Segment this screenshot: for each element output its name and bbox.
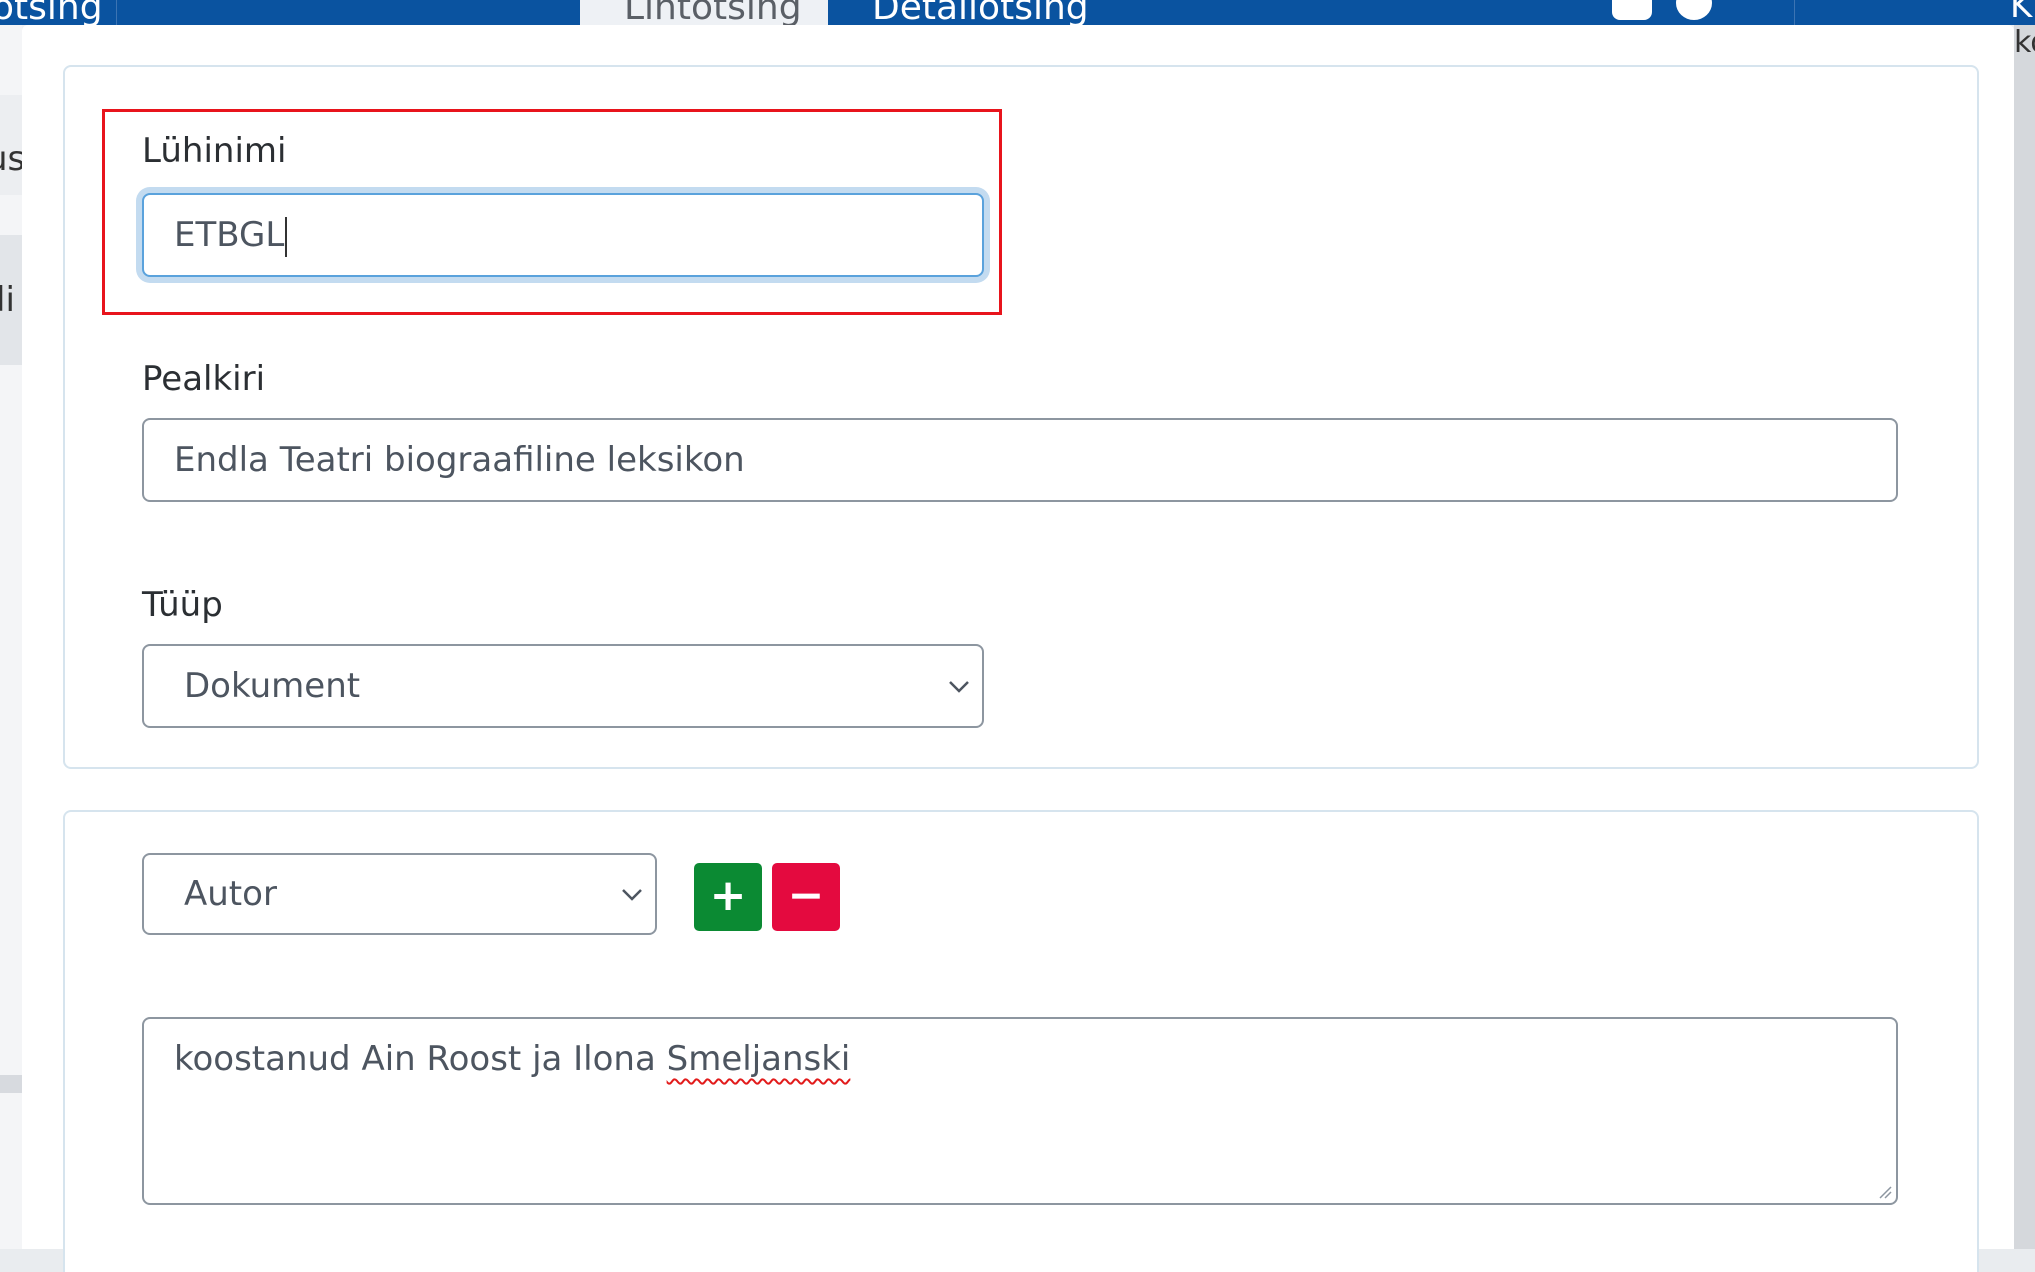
contributor-role-select[interactable]: Autor: [142, 853, 657, 935]
type-select[interactable]: Dokument: [142, 644, 984, 728]
user-name-fragment: K: [2010, 0, 2032, 25]
top-navbar: otsing Lihtotsing Detailotsing K: [0, 0, 2035, 25]
nav-divider: [116, 0, 117, 25]
background-text-fragment: li: [0, 280, 15, 320]
add-contributor-button[interactable]: +: [694, 863, 762, 931]
nav-link-search[interactable]: otsing: [0, 0, 103, 25]
title-label: Pealkiri: [142, 357, 265, 401]
shield-icon[interactable]: [1612, 0, 1652, 20]
title-input[interactable]: Endla Teatri biograafiline leksikon: [142, 418, 1898, 502]
edit-source-dialog: Lühinimi ETBGL Pealkiri Endla Teatri bio…: [22, 25, 2014, 1249]
info-icon[interactable]: [1676, 0, 1712, 20]
chevron-down-icon: [621, 888, 643, 902]
chevron-down-icon: [948, 680, 970, 694]
short-name-value: ETBGL: [174, 215, 284, 255]
contributor-text: koostanud Ain Roost ja Ilona: [174, 1039, 667, 1079]
background-text-fragment: ko: [2014, 25, 2035, 63]
type-label: Tüüp: [142, 583, 223, 627]
resize-handle-icon[interactable]: [1878, 1185, 1892, 1199]
contributor-role-value: Autor: [184, 874, 277, 914]
remove-contributor-button[interactable]: −: [772, 863, 840, 931]
misspelled-word: Smeljanski: [667, 1039, 851, 1079]
tab-simple-search[interactable]: Lihtotsing: [580, 0, 828, 25]
short-name-input[interactable]: ETBGL: [142, 193, 984, 277]
contributor-text-area[interactable]: koostanud Ain Roost ja Ilona Smeljanski: [142, 1017, 1898, 1205]
type-select-value: Dokument: [184, 666, 360, 706]
background-divider: [0, 1075, 22, 1093]
nav-divider: [1794, 0, 1795, 25]
text-cursor: [285, 217, 287, 257]
tab-detail-search[interactable]: Detailotsing: [872, 0, 1089, 25]
tab-simple-search-label: Lihtotsing: [624, 0, 802, 25]
background-content-right: ko: [2014, 25, 2035, 1249]
background-content-left: us li: [0, 25, 22, 1249]
short-name-label: Lühinimi: [142, 129, 286, 173]
background-text-fragment: us: [0, 139, 22, 179]
